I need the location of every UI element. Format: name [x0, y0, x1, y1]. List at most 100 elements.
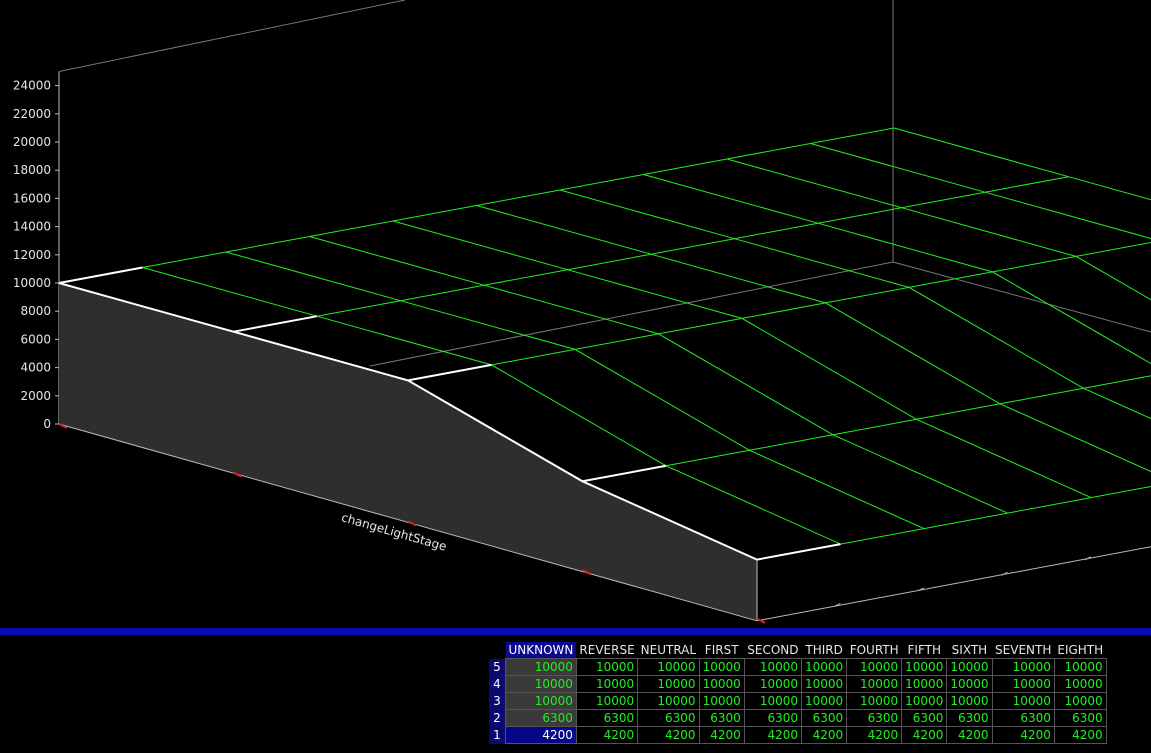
- table-cell[interactable]: 10000: [743, 692, 803, 710]
- table-cell[interactable]: 6300: [505, 709, 577, 727]
- table-cell[interactable]: 10000: [505, 675, 577, 693]
- table-cell[interactable]: 4200: [946, 726, 993, 744]
- table-row: 3 10000 10000 10000 10000 10000 10000 10000 1000…: [489, 692, 1107, 710]
- column-header[interactable]: FOURTH: [847, 642, 902, 659]
- frame-top-edge: [58, 0, 406, 72]
- table-cell[interactable]: 4200: [637, 726, 700, 744]
- table-cell[interactable]: 6300: [1053, 709, 1107, 727]
- row-header[interactable]: 5: [489, 658, 506, 676]
- table-cell[interactable]: 6300: [801, 709, 848, 727]
- table-cell[interactable]: 4200: [801, 726, 848, 744]
- table-cell[interactable]: 10000: [698, 658, 745, 676]
- table-cell[interactable]: 4200: [505, 726, 577, 744]
- data-table[interactable]: UNKNOWN REVERSE NEUTRAL FIRST SECOND THIRD FOU…: [489, 642, 1107, 744]
- table-cell[interactable]: 10000: [991, 675, 1055, 693]
- splitter-bar[interactable]: [0, 628, 1151, 635]
- column-header[interactable]: REVERSE: [576, 642, 637, 659]
- surface-row-line: [582, 375, 1151, 482]
- table-cell[interactable]: 10000: [991, 692, 1055, 710]
- table-cell[interactable]: 10000: [575, 692, 639, 710]
- table-cell[interactable]: 4200: [575, 726, 639, 744]
- column-header[interactable]: THIRD: [802, 642, 847, 659]
- table-cell[interactable]: 10000: [1053, 692, 1107, 710]
- surface-row-line: [756, 485, 1151, 561]
- column-header[interactable]: EIGHTH: [1054, 642, 1106, 659]
- z-axis: 0 2000 4000 6000 8000 10000 12000 14000 16000 180…: [13, 79, 59, 431]
- column-header[interactable]: FIRST: [699, 642, 744, 659]
- z-tick-label: 14000: [13, 220, 51, 234]
- table-cell[interactable]: 10000: [946, 658, 993, 676]
- column-header[interactable]: SIXTH: [947, 642, 992, 659]
- table-panel: UNKNOWN REVERSE NEUTRAL FIRST SECOND THIRD FOU…: [0, 635, 1151, 753]
- row-header[interactable]: 1: [489, 726, 506, 744]
- table-cell[interactable]: 6300: [991, 709, 1055, 727]
- table-cell[interactable]: 6300: [698, 709, 745, 727]
- row-header[interactable]: 2: [489, 709, 506, 727]
- wall-face: [59, 283, 757, 621]
- table-cell[interactable]: 10000: [575, 675, 639, 693]
- z-tick-label: 8000: [20, 304, 51, 318]
- table-cell[interactable]: 10000: [946, 692, 993, 710]
- table-cell[interactable]: 10000: [575, 658, 639, 676]
- column-header[interactable]: UNKNOWN: [505, 642, 577, 659]
- column-header[interactable]: SECOND: [744, 642, 801, 659]
- surface-col-line: [643, 174, 1151, 365]
- z-tick-label: 10000: [13, 276, 51, 290]
- table-cell[interactable]: 4200: [743, 726, 803, 744]
- table-cell[interactable]: 10000: [505, 658, 577, 676]
- table-cell[interactable]: 10000: [505, 692, 577, 710]
- table-cell[interactable]: 10000: [801, 675, 848, 693]
- table-cell[interactable]: 10000: [1053, 658, 1107, 676]
- table-cell[interactable]: 6300: [846, 709, 903, 727]
- table-cell[interactable]: 10000: [801, 692, 848, 710]
- selected-cell-edge: [233, 315, 318, 333]
- table-cell[interactable]: 10000: [846, 675, 903, 693]
- z-tick-label: 6000: [20, 332, 51, 346]
- selected-cell-edge: [582, 464, 667, 483]
- table-cell[interactable]: 10000: [991, 658, 1055, 676]
- surface-plot[interactable]: 0 2000 4000 6000 8000 10000 12000 14000 16000 180…: [0, 0, 1151, 628]
- z-tick-label: 0: [43, 417, 51, 431]
- table-cell[interactable]: 4200: [991, 726, 1055, 744]
- column-header[interactable]: FIFTH: [902, 642, 947, 659]
- table-cell[interactable]: 10000: [698, 692, 745, 710]
- table-cell[interactable]: 10000: [637, 658, 700, 676]
- column-header[interactable]: NEUTRAL: [638, 642, 699, 659]
- table-cell[interactable]: 6300: [946, 709, 993, 727]
- frame-back-floor-right: [892, 261, 1151, 333]
- table-cell[interactable]: 10000: [698, 675, 745, 693]
- table-cell[interactable]: 10000: [901, 692, 948, 710]
- table-cell[interactable]: 10000: [946, 675, 993, 693]
- table-cell[interactable]: 10000: [901, 658, 948, 676]
- table-cell[interactable]: 4200: [1053, 726, 1107, 744]
- selected-cell-edge: [407, 363, 492, 382]
- z-tick-label: 20000: [13, 135, 51, 149]
- table-cell[interactable]: 10000: [846, 692, 903, 710]
- z-tick-label: 24000: [13, 79, 51, 93]
- table-cell[interactable]: 4200: [846, 726, 903, 744]
- column-header[interactable]: SEVENTH: [992, 642, 1054, 659]
- z-tick-label: 12000: [13, 248, 51, 262]
- table-cell[interactable]: 10000: [901, 675, 948, 693]
- table-cell[interactable]: 6300: [901, 709, 948, 727]
- table-cell[interactable]: 10000: [846, 658, 903, 676]
- table-cell[interactable]: 6300: [637, 709, 700, 727]
- table-cell[interactable]: 10000: [743, 658, 803, 676]
- table-cell[interactable]: 6300: [575, 709, 639, 727]
- right-floor-edge: [756, 546, 1151, 622]
- table-cell[interactable]: 6300: [743, 709, 803, 727]
- row-header[interactable]: 3: [489, 692, 506, 710]
- row-header[interactable]: 4: [489, 675, 506, 693]
- selected-cell-edge: [756, 543, 841, 561]
- table-cell[interactable]: 4200: [901, 726, 948, 744]
- surface-row-line: [407, 241, 1151, 381]
- y-axis-ticks: [834, 556, 1092, 607]
- table-cell[interactable]: 10000: [1053, 675, 1107, 693]
- table-cell[interactable]: 4200: [698, 726, 745, 744]
- table-cell[interactable]: 10000: [801, 658, 848, 676]
- table-cell[interactable]: 10000: [637, 692, 700, 710]
- table-corner: [489, 642, 506, 659]
- front-wall: [58, 283, 1151, 622]
- table-cell[interactable]: 10000: [637, 675, 700, 693]
- table-cell[interactable]: 10000: [743, 675, 803, 693]
